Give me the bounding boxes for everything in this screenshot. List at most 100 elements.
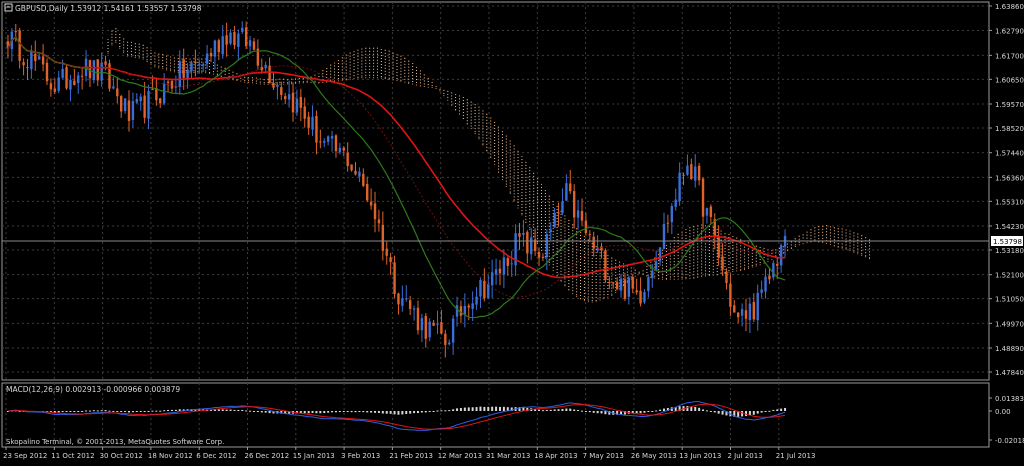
cloud-dot [529,218,531,220]
cloud-dot [462,106,464,108]
cloud-dot [498,156,500,158]
macd-histogram-bar [108,410,111,412]
cloud-dot [513,196,515,198]
cloud-dot [704,243,706,245]
cloud-dot [537,190,539,192]
cloud-dot [806,234,808,236]
candle-body [428,321,431,338]
cloud-dot [615,262,617,264]
cloud-dot [521,174,523,176]
cloud-edge-a [736,237,738,239]
cloud-dot [396,57,398,59]
cloud-dot [626,274,628,276]
macd-histogram-bar [334,411,337,413]
cloud-dot [517,192,519,194]
cloud-dot [521,165,523,167]
cloud-dot [345,72,347,74]
cloud-dot [595,290,597,292]
cloud-dot [568,283,570,285]
cloud-dot [537,235,539,237]
cloud-dot [540,189,542,191]
cloud-dot [576,252,578,254]
cloud-dot [861,244,863,246]
cloud-edge-a [794,238,796,240]
cloud-edge-b [447,90,449,92]
cloud-dot [412,78,414,80]
cloud-dot [447,93,449,95]
cloud-dot [677,272,679,274]
cloud-dot [537,232,539,234]
cloud-dot [704,252,706,254]
cloud-dot [564,272,566,274]
macd-histogram-bar [717,411,720,414]
candle-body [440,322,443,334]
cloud-dot [556,242,558,244]
candle-body [654,261,658,270]
cloud-dot [728,270,730,272]
cloud-dot [419,82,421,84]
macd-histogram-bar [639,411,642,414]
cloud-edge-b [170,70,172,72]
chart-window[interactable]: GBPUSD,Daily 1.53912 1.54161 1.53557 1.5… [0,0,1024,462]
time-tick-label: 23 Sep 2012 [3,452,47,460]
cloud-dot [572,278,574,280]
cloud-dot [494,124,496,126]
cloud-dot [736,267,738,269]
cloud-edge-a [790,241,792,243]
cloud-dot [158,59,160,61]
cloud-dot [486,119,488,121]
cloud-edge-a [177,58,179,60]
cloud-dot [701,245,703,247]
macd-histogram-bar [502,406,505,411]
candle-body [592,236,595,249]
cloud-dot [576,279,578,281]
cloud-dot [283,81,285,83]
cloud-edge-b [396,80,398,82]
cloud-dot [365,74,367,76]
cloud-dot [521,168,523,170]
candle-body [73,80,76,86]
cloud-edge-b [244,81,246,83]
cloud-dot [646,269,648,271]
cloud-dot [494,148,496,150]
candle-body [229,32,232,44]
macd-histogram-bar [225,409,228,411]
cloud-dot [599,273,601,275]
cloud-edge-a [861,235,863,237]
cloud-dot [732,250,734,252]
cloud-dot [615,277,617,279]
time-tick-label: 6 Dec 2012 [196,452,236,460]
cloud-edge-a [361,48,363,50]
cloud-edge-a [724,233,726,235]
cloud-dot [501,161,503,163]
cloud-dot [806,237,808,239]
cloud-dot [841,231,843,233]
cloud-dot [712,256,714,258]
cloud-edge-a [650,261,652,263]
cloud-dot [517,201,519,203]
cloud-dot [744,252,746,254]
cloud-edge-b [701,275,703,277]
cloud-dot [119,37,121,39]
macd-histogram-bar [456,408,459,411]
cloud-dot [470,122,472,124]
cloud-dot [412,81,414,83]
cloud-dot [154,58,156,60]
cloud-dot [529,206,531,208]
cloud-dot [587,290,589,292]
cloud-dot [451,101,453,103]
cloud-dot [564,221,566,223]
macd-histogram-bar [580,410,583,412]
candle-body [49,83,53,90]
cloud-dot [548,243,550,245]
cloud-edge-a [720,230,722,232]
cloud-edge-b [482,110,484,112]
cloud-dot [587,242,589,244]
cloud-edge-b [294,82,296,84]
cloud-edge-b [439,88,441,90]
cloud-dot [146,56,148,58]
cloud-dot [470,107,472,109]
cloud-edge-b [486,113,488,115]
cloud-dot [607,267,609,269]
cloud-edge-a [665,244,667,246]
